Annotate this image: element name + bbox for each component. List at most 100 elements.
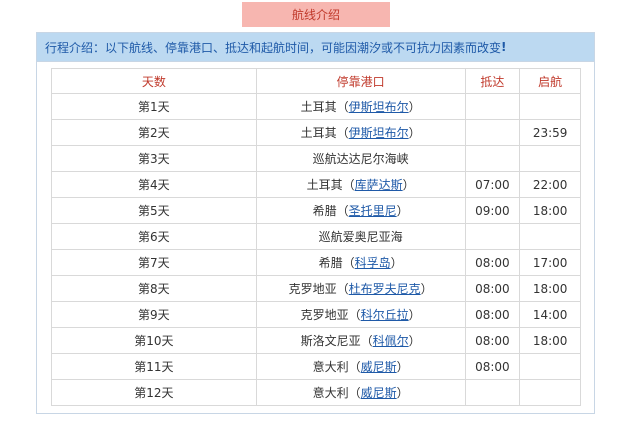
port-link[interactable]: 伊斯坦布尔 — [349, 126, 409, 140]
port-link[interactable]: 伊斯坦布尔 — [349, 100, 409, 114]
table-row: 第1天 土耳其（伊斯坦布尔） — [51, 93, 581, 120]
cell-arrive — [464, 145, 521, 172]
cell-arrive: 08:00 — [464, 249, 521, 276]
port-country: 克罗地亚 — [288, 282, 337, 296]
port-link[interactable]: 杜布罗夫尼克 — [349, 282, 421, 296]
cell-day: 第12天 — [51, 379, 257, 406]
cell-depart: 22:00 — [519, 171, 581, 198]
table-row: 第4天 土耳其（库萨达斯） 07:00 22:00 — [51, 171, 581, 198]
table-row: 第7天 希腊（科孚岛） 08:00 17:00 — [51, 249, 581, 276]
table-row: 第3天 巡航达达尼尔海峡 — [51, 145, 581, 172]
paren-close: ） — [402, 178, 415, 192]
port-link[interactable]: 威尼斯 — [361, 360, 397, 374]
paren-open: （ — [342, 178, 355, 192]
cell-arrive — [464, 93, 521, 120]
paren-close: ） — [408, 100, 421, 114]
cell-depart — [519, 93, 581, 120]
cell-port: 巡航爱奥尼亚海 — [255, 223, 466, 250]
port-country: 土耳其 — [306, 178, 343, 192]
notice-text: 行程介绍：以下航线、停靠港口、抵达和起航时间，可能因潮汐或不可抗力因素而改变 — [45, 40, 502, 55]
tab-route-intro[interactable]: 航线介绍 — [242, 2, 390, 27]
cell-arrive: 08:00 — [464, 327, 521, 354]
paren-open: （ — [348, 360, 361, 374]
cell-day: 第1天 — [51, 93, 257, 120]
cell-day: 第7天 — [51, 249, 257, 276]
paren-close: ） — [390, 256, 403, 270]
paren-open: （ — [348, 308, 361, 322]
cell-arrive — [464, 223, 521, 250]
port-link[interactable]: 科孚岛 — [355, 256, 391, 270]
port-country: 土耳其 — [300, 100, 337, 114]
itinerary-table: 天数 停靠港口 抵达 启航 第1天 土耳其（伊斯坦布尔） 第2天 土耳其（伊斯坦布尔）… — [51, 68, 581, 406]
table-header-row: 天数 停靠港口 抵达 启航 — [51, 68, 581, 94]
header-arrive: 抵达 — [464, 68, 521, 94]
cell-depart: 18:00 — [519, 197, 581, 224]
cell-port: 意大利（威尼斯） — [255, 379, 466, 406]
cell-depart: 23:59 — [519, 119, 581, 146]
paren-close: ） — [420, 282, 433, 296]
cell-day: 第9天 — [51, 301, 257, 328]
table-row: 第6天 巡航爱奥尼亚海 — [51, 223, 581, 250]
table-row: 第2天 土耳其（伊斯坦布尔） 23:59 — [51, 119, 581, 146]
itinerary-panel: 行程介绍：以下航线、停靠港口、抵达和起航时间，可能因潮汐或不可抗力因素而改变! … — [36, 32, 595, 414]
table-row: 第9天 克罗地亚（科尔丘拉） 08:00 14:00 — [51, 301, 581, 328]
header-day: 天数 — [51, 68, 257, 94]
cell-day: 第3天 — [51, 145, 257, 172]
cell-port: 希腊（科孚岛） — [255, 249, 466, 276]
paren-open: （ — [336, 100, 349, 114]
port-link[interactable]: 圣托里尼 — [349, 204, 397, 218]
cell-depart — [519, 223, 581, 250]
port-country: 意大利 — [312, 386, 349, 400]
paren-open: （ — [360, 334, 373, 348]
port-country: 斯洛文尼亚 — [300, 334, 361, 348]
port-country: 希腊 — [312, 204, 337, 218]
paren-close: ） — [396, 360, 409, 374]
cell-day: 第5天 — [51, 197, 257, 224]
cell-arrive: 09:00 — [464, 197, 521, 224]
cell-arrive: 07:00 — [464, 171, 521, 198]
header-port: 停靠港口 — [255, 68, 466, 94]
port-link[interactable]: 科尔丘拉 — [361, 308, 409, 322]
cell-day: 第4天 — [51, 171, 257, 198]
cell-port: 土耳其（伊斯坦布尔） — [255, 93, 466, 120]
port-link[interactable]: 科佩尔 — [373, 334, 409, 348]
port-link[interactable]: 威尼斯 — [361, 386, 397, 400]
cell-arrive: 08:00 — [464, 275, 521, 302]
cell-depart — [519, 145, 581, 172]
cell-depart: 17:00 — [519, 249, 581, 276]
table-row: 第8天 克罗地亚（杜布罗夫尼克） 08:00 18:00 — [51, 275, 581, 302]
cell-depart — [519, 353, 581, 380]
cell-arrive: 08:00 — [464, 353, 521, 380]
paren-open: （ — [342, 256, 355, 270]
cell-arrive — [464, 379, 521, 406]
cell-arrive: 08:00 — [464, 301, 521, 328]
cell-port: 克罗地亚（杜布罗夫尼克） — [255, 275, 466, 302]
itinerary-body: 第1天 土耳其（伊斯坦布尔） 第2天 土耳其（伊斯坦布尔） 23:59 第3天 巡航达达尼尔… — [51, 93, 581, 406]
table-row: 第12天 意大利（威尼斯） — [51, 379, 581, 406]
cell-port: 巡航达达尼尔海峡 — [255, 145, 466, 172]
port-link[interactable]: 库萨达斯 — [355, 178, 403, 192]
cell-depart — [519, 379, 581, 406]
notice-exclamation: ! — [501, 40, 507, 54]
cell-port: 意大利（威尼斯） — [255, 353, 466, 380]
paren-close: ） — [408, 308, 421, 322]
table-row: 第11天 意大利（威尼斯） 08:00 — [51, 353, 581, 380]
paren-open: （ — [336, 126, 349, 140]
table-row: 第10天 斯洛文尼亚（科佩尔） 08:00 18:00 — [51, 327, 581, 354]
paren-open: （ — [336, 204, 349, 218]
tab-label: 航线介绍 — [291, 8, 340, 22]
cell-day: 第11天 — [51, 353, 257, 380]
table-row: 第5天 希腊（圣托里尼） 09:00 18:00 — [51, 197, 581, 224]
paren-close: ） — [396, 204, 409, 218]
cell-day: 第8天 — [51, 275, 257, 302]
paren-close: ） — [408, 126, 421, 140]
port-country: 巡航达达尼尔海峡 — [312, 152, 409, 166]
paren-open: （ — [336, 282, 349, 296]
cell-port: 克罗地亚（科尔丘拉） — [255, 301, 466, 328]
port-country: 克罗地亚 — [300, 308, 349, 322]
cell-depart: 18:00 — [519, 327, 581, 354]
port-country: 希腊 — [318, 256, 343, 270]
port-country: 巡航爱奥尼亚海 — [318, 230, 403, 244]
cell-port: 斯洛文尼亚（科佩尔） — [255, 327, 466, 354]
paren-close: ） — [408, 334, 421, 348]
